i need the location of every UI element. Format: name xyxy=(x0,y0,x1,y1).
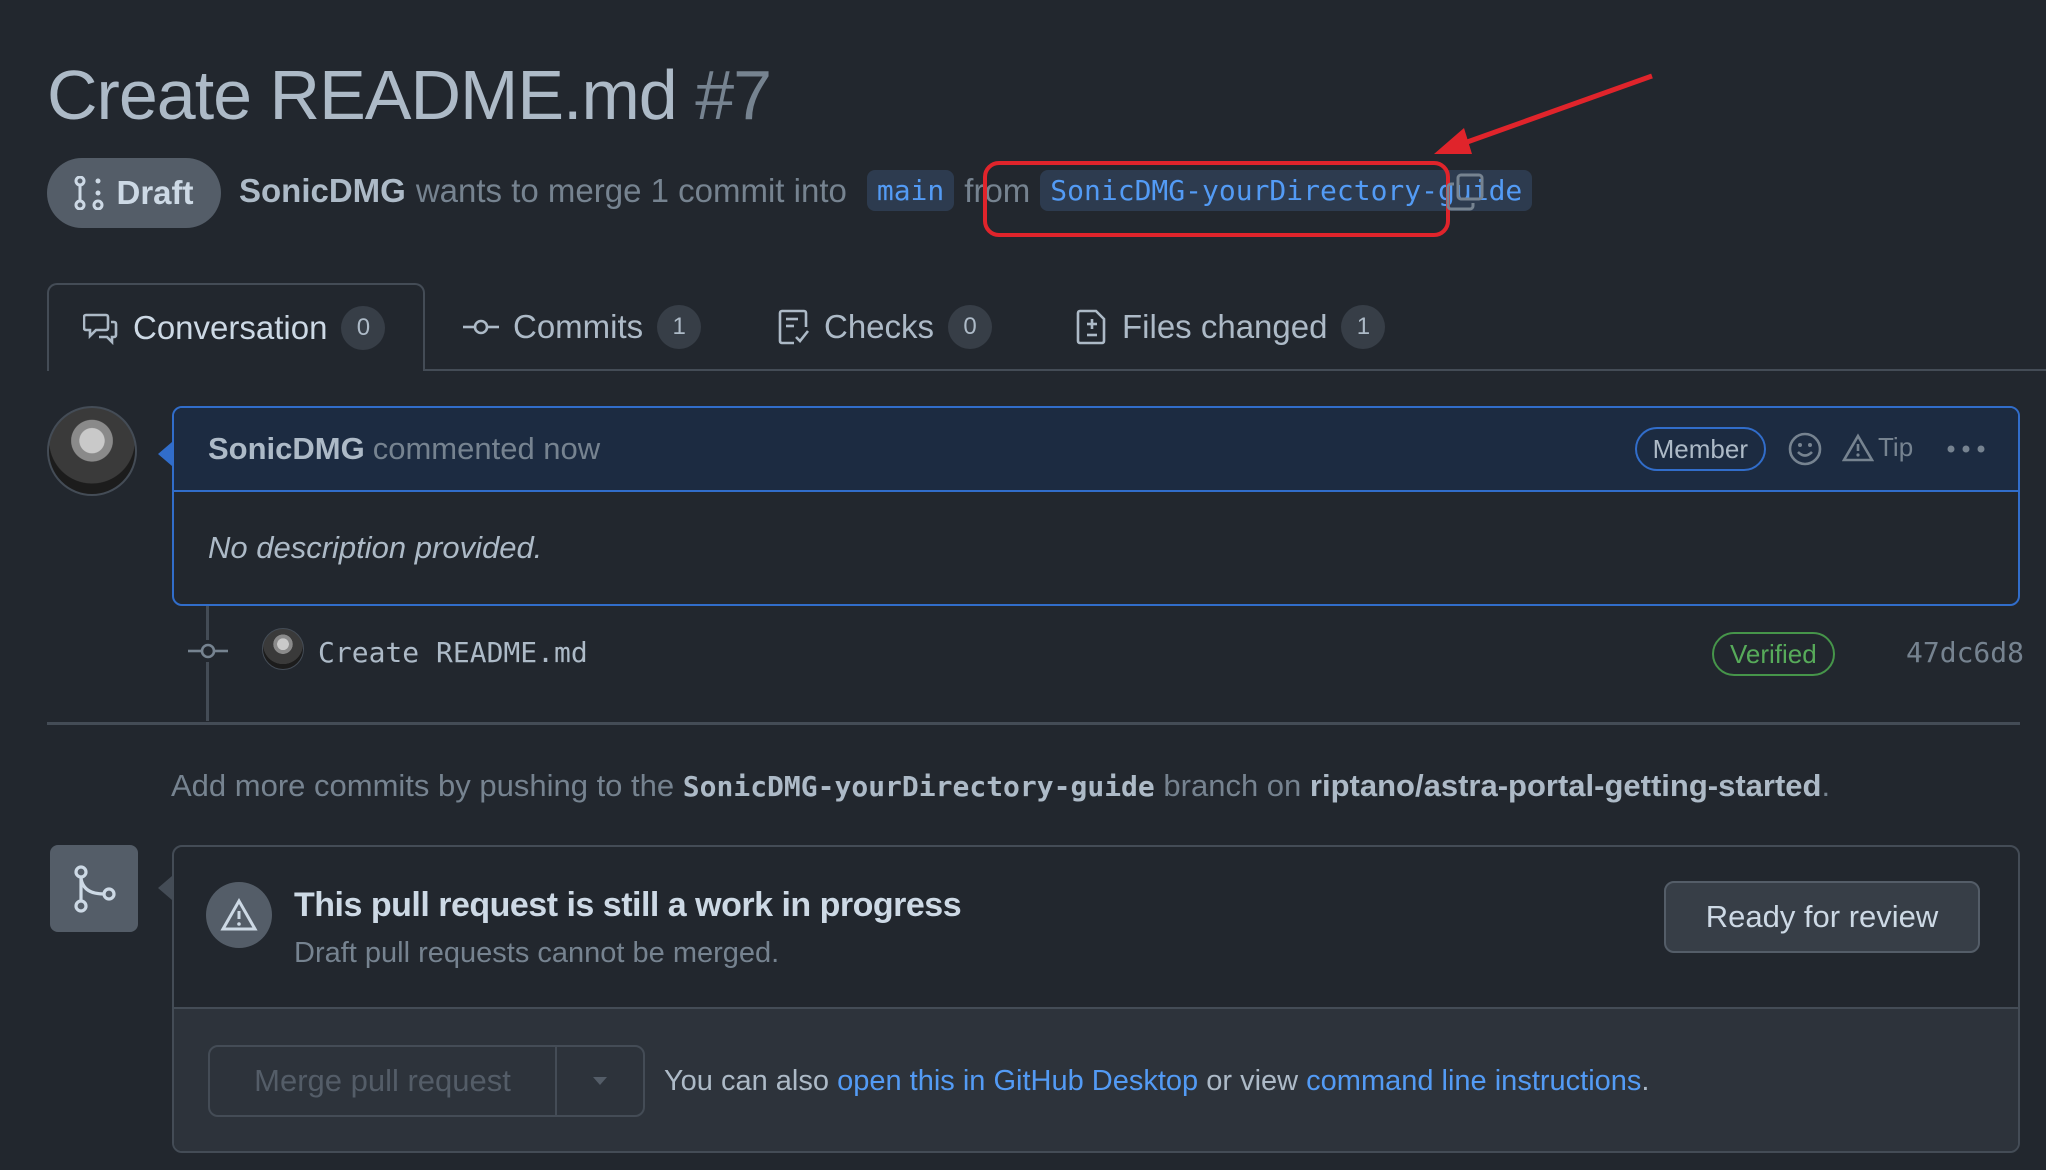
comment-pointer xyxy=(158,442,172,466)
merge-pull-request-button[interactable]: Merge pull request xyxy=(210,1047,557,1115)
timeline-line xyxy=(206,606,209,721)
commit-icon xyxy=(188,640,228,662)
commit-message-link[interactable]: Create README.md xyxy=(318,636,588,669)
smiley-icon[interactable] xyxy=(1788,432,1822,466)
note-suffix: . xyxy=(1641,1065,1650,1097)
kebab-menu-icon[interactable] xyxy=(1946,444,1986,454)
checklist-icon xyxy=(778,309,810,345)
merge-status-subtitle: Draft pull requests cannot be merged. xyxy=(294,937,780,969)
tip-indicator[interactable]: Tip xyxy=(1842,432,1913,463)
push-suffix: . xyxy=(1821,768,1831,803)
draft-pr-icon xyxy=(74,176,104,210)
tab-files-changed[interactable]: Files changed 1 xyxy=(1076,283,1386,371)
tab-counter: 1 xyxy=(1341,305,1386,349)
open-github-desktop-link[interactable]: open this in GitHub Desktop xyxy=(837,1065,1198,1097)
git-merge-icon xyxy=(74,864,116,913)
warning-badge xyxy=(206,882,272,948)
pr-title: Create README.md #7 xyxy=(47,55,772,135)
tab-commits[interactable]: Commits 1 xyxy=(463,283,702,371)
draft-label: Draft xyxy=(116,174,194,211)
merge-pointer xyxy=(158,876,172,900)
member-badge: Member xyxy=(1634,427,1766,471)
note-middle: or view xyxy=(1206,1065,1299,1097)
tab-conversation[interactable]: Conversation 0 xyxy=(47,283,425,371)
merge-status-title: This pull request is still a work in pro… xyxy=(294,886,962,924)
tab-counter: 0 xyxy=(948,305,993,349)
pr-number: #7 xyxy=(695,56,772,134)
push-branch: SonicDMG-yourDirectory-guide xyxy=(682,770,1155,803)
tab-label: Checks xyxy=(824,308,935,345)
merge-text: wants to merge 1 commit into xyxy=(415,171,847,209)
tip-label: Tip xyxy=(1878,432,1914,462)
verified-badge[interactable]: Verified xyxy=(1712,632,1835,676)
note-prefix: You can also xyxy=(664,1065,830,1097)
merge-pull-request-button-group[interactable]: Merge pull request xyxy=(208,1045,645,1117)
merge-alt-note: You can also open this in GitHub Desktop… xyxy=(664,1065,1649,1098)
commit-author-avatar[interactable] xyxy=(262,628,304,670)
tab-counter: 0 xyxy=(341,306,386,350)
commit-icon xyxy=(463,319,499,335)
comment-header: SonicDMG commented now Member Tip xyxy=(174,408,2018,492)
push-repo: riptano/astra-portal-getting-started xyxy=(1309,768,1822,803)
ready-for-review-button[interactable]: Ready for review xyxy=(1664,881,1980,953)
comment-time[interactable]: commented now xyxy=(373,431,600,467)
pr-title-text: Create README.md xyxy=(47,56,678,134)
push-middle: branch on xyxy=(1163,768,1302,803)
alert-icon xyxy=(220,898,258,931)
merge-options-dropdown[interactable] xyxy=(557,1047,643,1115)
triangle-down-icon xyxy=(593,1077,607,1085)
tab-counter: 1 xyxy=(657,305,702,349)
comment-author-link[interactable]: SonicDMG xyxy=(208,431,365,467)
tab-label: Commits xyxy=(513,308,644,345)
commit-sha-link[interactable]: 47dc6d8 xyxy=(1906,636,2024,669)
tab-label: Conversation xyxy=(133,309,328,346)
push-prefix: Add more commits by pushing to the xyxy=(171,768,675,803)
command-line-instructions-link[interactable]: command line instructions xyxy=(1306,1065,1641,1097)
annotation-highlight-box xyxy=(983,161,1450,237)
alert-icon xyxy=(1842,432,1874,461)
base-branch[interactable]: main xyxy=(866,170,955,211)
push-instructions: Add more commits by pushing to the Sonic… xyxy=(171,768,1830,804)
merge-status-icon-box xyxy=(50,845,138,932)
timeline-divider xyxy=(47,722,2020,725)
avatar[interactable] xyxy=(47,406,137,496)
comment-box: SonicDMG commented now Member Tip No des… xyxy=(172,406,2020,606)
annotation-arrow-icon xyxy=(1434,73,1653,154)
copy-icon[interactable] xyxy=(1446,172,1486,212)
conversation-icon xyxy=(83,313,118,345)
draft-state-badge: Draft xyxy=(47,158,221,228)
pr-author-link[interactable]: SonicDMG xyxy=(239,172,406,210)
tab-checks[interactable]: Checks 0 xyxy=(778,283,993,371)
file-diff-icon xyxy=(1076,309,1106,345)
comment-body: No description provided. xyxy=(208,530,543,565)
tab-label: Files changed xyxy=(1122,308,1328,345)
